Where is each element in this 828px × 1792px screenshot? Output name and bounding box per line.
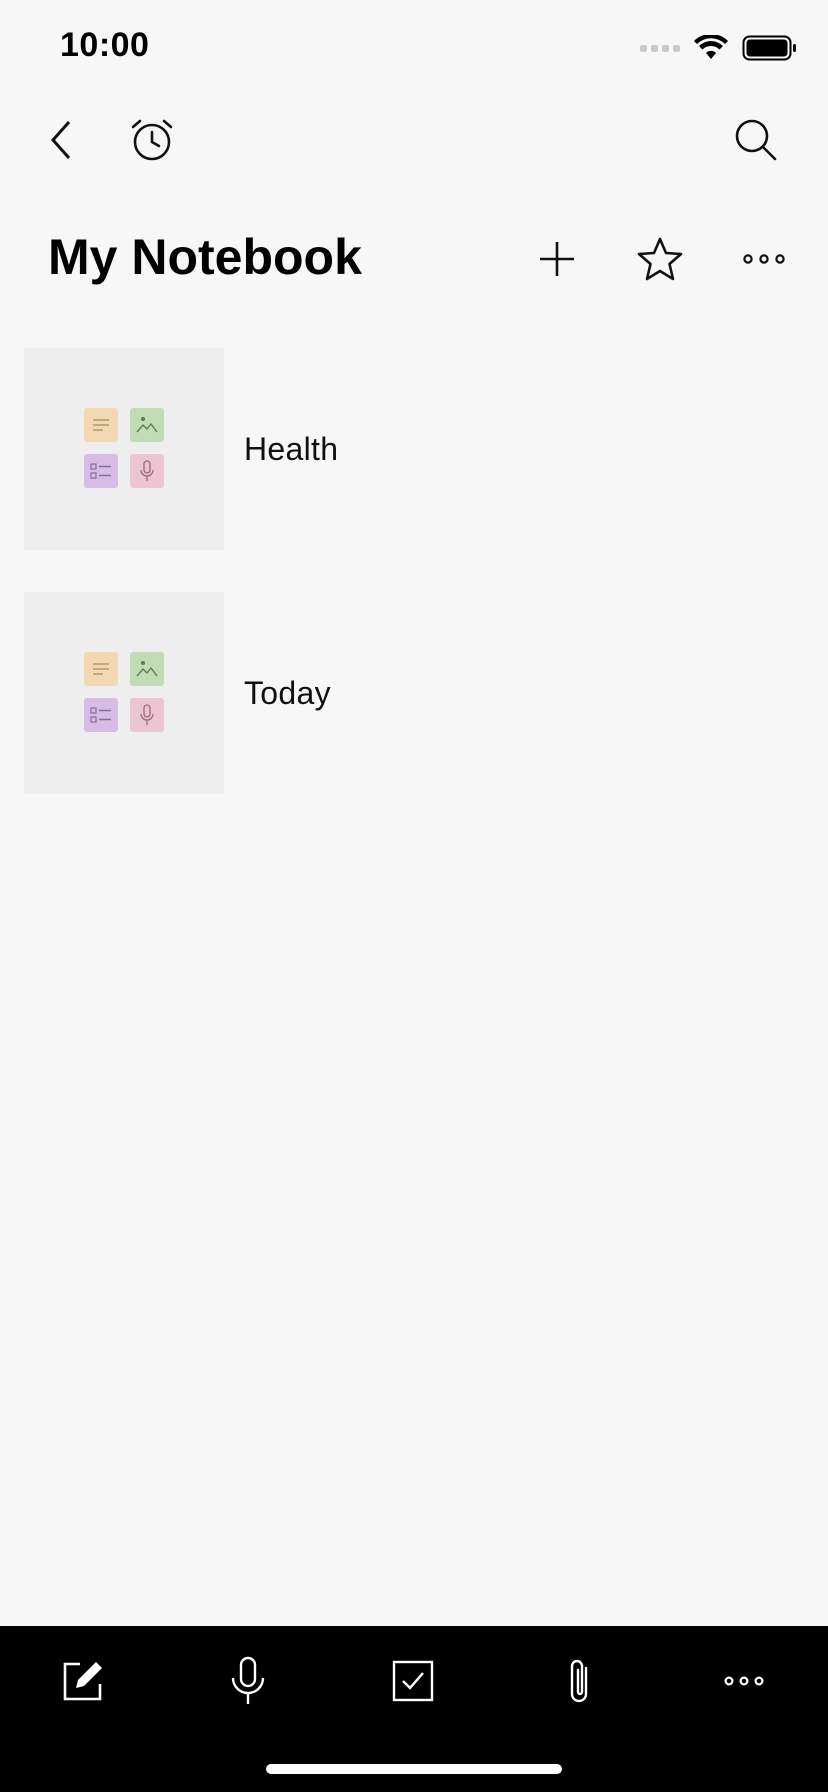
checklist-note-icon [84, 698, 118, 732]
star-icon [637, 237, 683, 281]
plus-icon [540, 242, 574, 276]
microphone-icon [231, 1656, 265, 1704]
alarm-clock-icon [131, 119, 173, 161]
attach-file-button[interactable] [545, 1646, 615, 1716]
notebook-thumbnail [24, 348, 224, 550]
notebook-label: Health [244, 430, 339, 467]
new-text-note-button[interactable] [48, 1646, 118, 1716]
text-note-icon [84, 408, 118, 442]
pencil-note-icon [63, 1662, 102, 1701]
notebook-thumbnail [24, 592, 224, 794]
notebook-screen: 10:00 My Notebook Health Today [0, 0, 828, 1792]
ellipsis-icon [743, 254, 785, 264]
more-options-button[interactable] [729, 224, 799, 294]
ellipsis-icon [724, 1676, 764, 1686]
image-note-icon [130, 652, 164, 686]
image-note-icon [130, 408, 164, 442]
home-indicator[interactable] [266, 1764, 562, 1774]
chevron-left-icon [50, 121, 71, 159]
search-button[interactable] [726, 110, 786, 170]
status-bar: 10:00 [0, 0, 828, 100]
favorite-button[interactable] [625, 224, 695, 294]
back-button[interactable] [32, 110, 92, 170]
notebook-item-health[interactable]: Health [0, 348, 828, 550]
title-row: My Notebook [0, 220, 828, 300]
notebook-label: Today [244, 674, 331, 711]
notebook-list: Health Today [0, 348, 828, 836]
page-title: My Notebook [48, 229, 362, 285]
audio-note-icon [130, 698, 164, 732]
top-nav [0, 110, 828, 176]
wifi-icon [694, 35, 728, 59]
more-note-types-button[interactable] [709, 1646, 779, 1716]
notebook-item-today[interactable]: Today [0, 592, 828, 794]
status-icons [640, 34, 798, 62]
new-checklist-button[interactable] [378, 1646, 448, 1716]
battery-icon [742, 35, 796, 61]
search-icon [735, 119, 777, 161]
checklist-note-icon [84, 454, 118, 488]
status-time: 10:00 [60, 26, 150, 64]
text-note-icon [84, 652, 118, 686]
reminder-button[interactable] [122, 110, 182, 170]
new-audio-note-button[interactable] [213, 1646, 283, 1716]
audio-note-icon [130, 454, 164, 488]
paperclip-icon [570, 1659, 588, 1703]
cellular-signal-icon [640, 44, 680, 52]
add-note-button[interactable] [522, 224, 592, 294]
checkbox-icon [392, 1660, 434, 1702]
